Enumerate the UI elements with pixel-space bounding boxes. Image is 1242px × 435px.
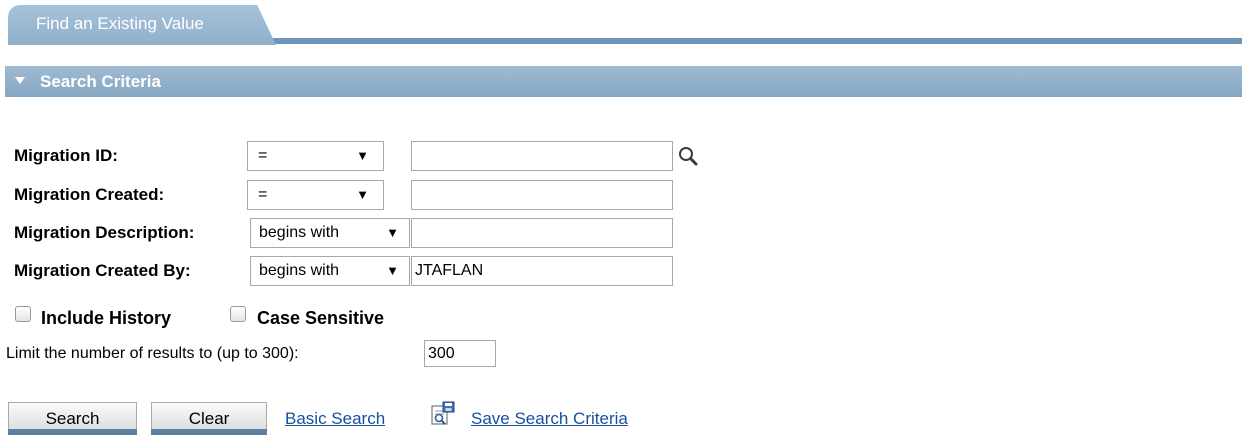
search-page: Find an Existing Value Search Criteria M… bbox=[0, 0, 1242, 435]
chevron-down-icon: ▼ bbox=[386, 263, 399, 278]
migration-id-input[interactable] bbox=[411, 141, 673, 171]
chevron-down-icon: ▼ bbox=[356, 187, 369, 202]
migration-created-by-operator[interactable]: begins with ▼ bbox=[250, 256, 410, 286]
migration-id-label: Migration ID: bbox=[14, 146, 118, 165]
lookup-search-icon[interactable] bbox=[677, 145, 699, 167]
case-sensitive-label[interactable]: Case Sensitive bbox=[257, 308, 384, 329]
include-history-checkbox[interactable] bbox=[15, 306, 31, 322]
chevron-down-icon: ▼ bbox=[386, 225, 399, 240]
limit-input[interactable]: 300 bbox=[424, 340, 496, 367]
migration-description-input[interactable] bbox=[411, 218, 673, 248]
migration-id-operator[interactable]: = ▼ bbox=[247, 141, 384, 171]
tab-find-existing-value[interactable]: Find an Existing Value bbox=[8, 5, 276, 45]
migration-created-input[interactable] bbox=[411, 180, 673, 210]
include-history-label[interactable]: Include History bbox=[41, 308, 171, 329]
chevron-down-icon: ▼ bbox=[356, 148, 369, 163]
section-title: Search Criteria bbox=[40, 72, 161, 91]
collapse-arrow-icon[interactable] bbox=[15, 77, 25, 84]
migration-description-label: Migration Description: bbox=[14, 223, 195, 242]
limit-label: Limit the number of results to (up to 30… bbox=[6, 345, 299, 362]
basic-search-link[interactable]: Basic Search bbox=[285, 409, 385, 429]
migration-description-operator[interactable]: begins with ▼ bbox=[250, 218, 410, 248]
save-criteria-icon[interactable] bbox=[431, 401, 455, 427]
save-search-criteria-link[interactable]: Save Search Criteria bbox=[471, 409, 628, 429]
migration-created-by-label: Migration Created By: bbox=[14, 261, 191, 280]
migration-created-label: Migration Created: bbox=[14, 185, 165, 204]
migration-created-by-input[interactable]: JTAFLAN bbox=[411, 256, 673, 286]
search-button-shadow bbox=[8, 429, 137, 435]
case-sensitive-checkbox[interactable] bbox=[230, 306, 246, 322]
search-criteria-header[interactable]: Search Criteria bbox=[5, 66, 1242, 97]
migration-created-operator[interactable]: = ▼ bbox=[247, 180, 384, 210]
tab-label: Find an Existing Value bbox=[36, 14, 204, 33]
clear-button-shadow bbox=[151, 429, 267, 435]
